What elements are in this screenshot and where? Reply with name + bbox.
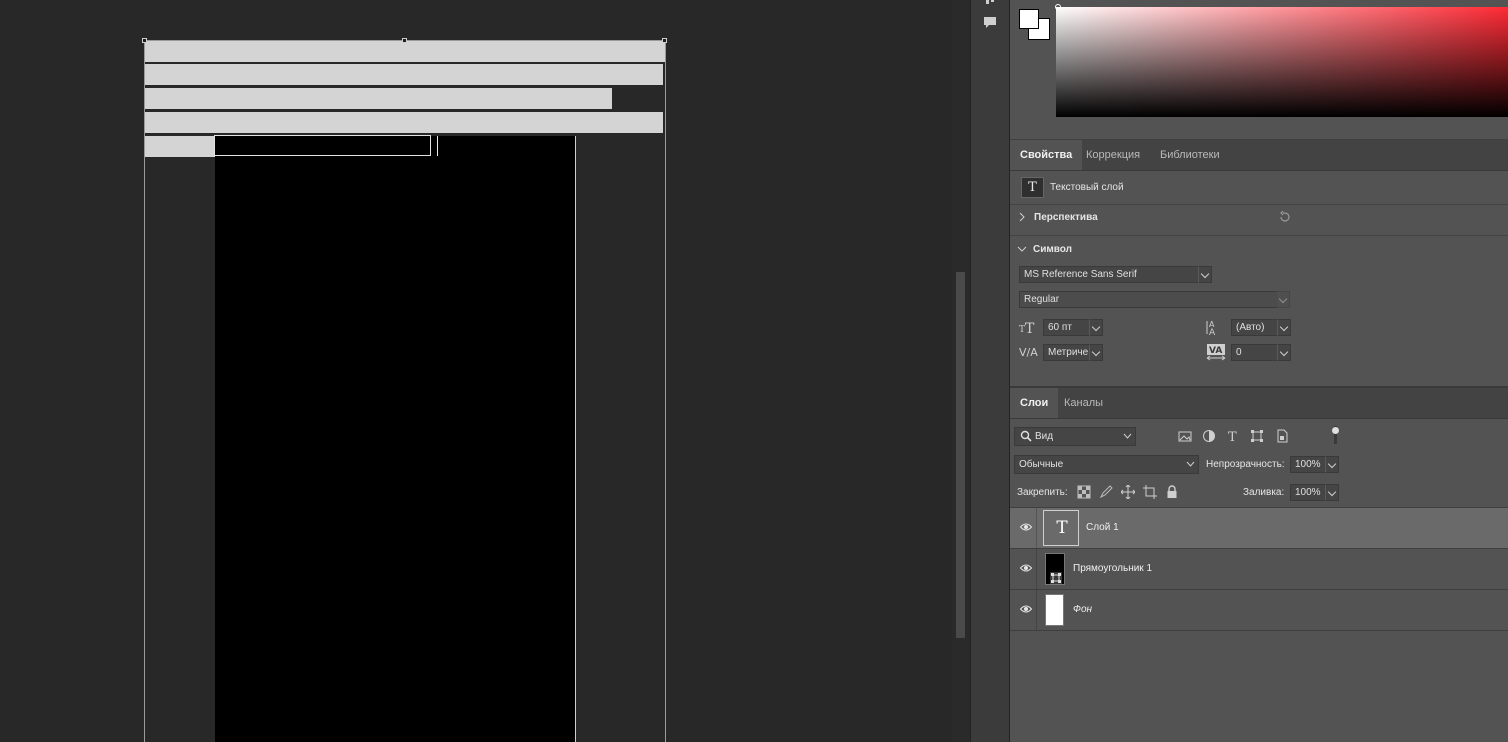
scrollbar-thumb[interactable] <box>956 272 965 638</box>
font-style-select[interactable]: Regular <box>1019 291 1277 308</box>
svg-text:A: A <box>1209 328 1216 336</box>
lock-position-icon[interactable] <box>1121 485 1135 499</box>
tracking-icon: VA <box>1206 344 1226 361</box>
layer-name[interactable]: Фон <box>1073 604 1092 615</box>
kerning-field[interactable]: Метриче <box>1043 344 1090 361</box>
layer-filter-select[interactable]: Вид <box>1014 427 1136 446</box>
layer-name[interactable]: Слой 1 <box>1086 522 1119 533</box>
divider <box>1036 549 1037 589</box>
collapsed-panel-strip <box>970 0 1010 742</box>
lock-label: Закрепить: <box>1017 487 1068 498</box>
color-picker-ring[interactable] <box>1055 4 1061 10</box>
panel-tool-icon[interactable] <box>978 0 1002 6</box>
layer-row-rectangle-1[interactable]: Прямоугольник 1 <box>1010 549 1508 590</box>
lock-image-pixels-icon[interactable] <box>1099 485 1113 499</box>
chevron-down-icon[interactable] <box>1198 266 1212 283</box>
text-layer-icon: T <box>1056 518 1068 538</box>
foreground-color-swatch[interactable] <box>1019 9 1039 29</box>
chevron-down-icon[interactable] <box>1123 433 1132 440</box>
text-line-5 <box>145 136 216 157</box>
font-size-icon: T T <box>1019 321 1035 334</box>
visibility-eye-icon[interactable] <box>1020 522 1032 532</box>
layer-thumbnail <box>1045 594 1064 626</box>
symbol-section-title[interactable]: Символ <box>1033 244 1072 255</box>
tracking-field[interactable]: 0 <box>1231 344 1278 361</box>
filter-adjustment-layers-icon[interactable] <box>1202 429 1216 443</box>
chevron-down-icon[interactable] <box>1325 456 1339 473</box>
lock-all-icon[interactable] <box>1165 485 1179 499</box>
divider <box>1010 204 1508 205</box>
filter-pixel-layers-icon[interactable] <box>1178 429 1192 443</box>
text-line-2 <box>145 64 663 85</box>
fill-field[interactable]: 100% <box>1290 484 1326 501</box>
shape-layer-icon <box>1050 572 1062 584</box>
reset-icon[interactable] <box>1278 211 1292 224</box>
text-line-1 <box>145 41 665 62</box>
tab-adjustments[interactable]: Коррекция <box>1076 140 1150 170</box>
tab-libraries[interactable]: Библиотеки <box>1150 140 1230 170</box>
lock-transparency-icon[interactable] <box>1077 485 1091 499</box>
search-icon <box>1020 430 1032 442</box>
chevron-down-icon[interactable] <box>1277 319 1291 336</box>
chevron-down-icon[interactable] <box>1325 484 1339 501</box>
chevron-down-icon[interactable] <box>1089 344 1103 361</box>
filter-shape-layers-icon[interactable] <box>1250 429 1264 443</box>
lock-artboard-icon[interactable] <box>1143 485 1157 499</box>
layers-tab-bar: Слои Каналы <box>1010 388 1508 419</box>
divider <box>1036 508 1037 548</box>
text-selection-box[interactable] <box>214 135 431 156</box>
layer-row-background[interactable]: Фон <box>1010 590 1508 631</box>
svg-text:V/A: V/A <box>1019 346 1038 359</box>
transform-handle-top-right[interactable] <box>662 38 667 43</box>
filter-smart-objects-icon[interactable] <box>1275 429 1289 443</box>
svg-text:T: T <box>1025 321 1035 334</box>
layer-kind-label: Текстовый слой <box>1050 182 1124 193</box>
text-layer-kind-icon: T <box>1021 177 1044 198</box>
perspective-section-title[interactable]: Перспектива <box>1034 212 1098 223</box>
blend-mode-select[interactable]: Обычные <box>1014 455 1199 474</box>
tab-channels[interactable]: Каналы <box>1054 388 1113 418</box>
chevron-right-icon[interactable] <box>1018 212 1026 222</box>
rectangle-edge <box>575 136 576 742</box>
svg-text:VA: VA <box>1209 346 1222 356</box>
color-spectrum-field[interactable] <box>1056 7 1508 117</box>
text-caret <box>437 136 438 156</box>
chevron-down-icon[interactable] <box>1186 461 1195 468</box>
properties-tab-bar: Свойства Коррекция Библиотеки <box>1010 140 1508 171</box>
layer-row-sloy-1[interactable]: T Слой 1 <box>1010 508 1508 549</box>
visibility-eye-icon[interactable] <box>1020 563 1032 573</box>
layer-name[interactable]: Прямоугольник 1 <box>1073 563 1152 574</box>
divider <box>1036 590 1037 630</box>
black-rectangle-shape[interactable] <box>215 136 576 742</box>
chevron-down-icon[interactable] <box>1017 245 1027 253</box>
transform-handle-top-center[interactable] <box>402 38 407 43</box>
tab-layers[interactable]: Слои <box>1010 388 1059 418</box>
filter-type-layers-icon[interactable]: T <box>1226 429 1240 443</box>
opacity-label: Непрозрачность: <box>1206 459 1285 470</box>
filter-toggle-switch[interactable] <box>1332 427 1339 434</box>
opacity-field[interactable]: 100% <box>1290 456 1326 473</box>
divider <box>1010 235 1508 236</box>
chevron-down-icon[interactable] <box>1277 344 1291 361</box>
comments-icon[interactable] <box>980 12 1000 32</box>
chevron-down-icon[interactable] <box>1276 291 1290 308</box>
leading-icon: A A <box>1206 320 1216 336</box>
svg-text:T: T <box>1228 430 1237 443</box>
text-line-4 <box>145 112 663 133</box>
font-family-select[interactable]: MS Reference Sans Serif <box>1019 266 1199 283</box>
font-size-field[interactable]: 60 пт <box>1043 319 1090 336</box>
visibility-eye-icon[interactable] <box>1020 604 1032 614</box>
fill-label: Заливка: <box>1243 487 1285 498</box>
text-line-3 <box>145 88 612 109</box>
leading-field[interactable]: (Авто) <box>1231 319 1278 336</box>
tab-properties[interactable]: Свойства <box>1010 140 1083 170</box>
transform-handle-top-left[interactable] <box>142 38 147 43</box>
chevron-down-icon[interactable] <box>1089 319 1103 336</box>
kerning-icon: V/A <box>1019 346 1038 359</box>
layer-thumbnail: T <box>1043 510 1079 546</box>
